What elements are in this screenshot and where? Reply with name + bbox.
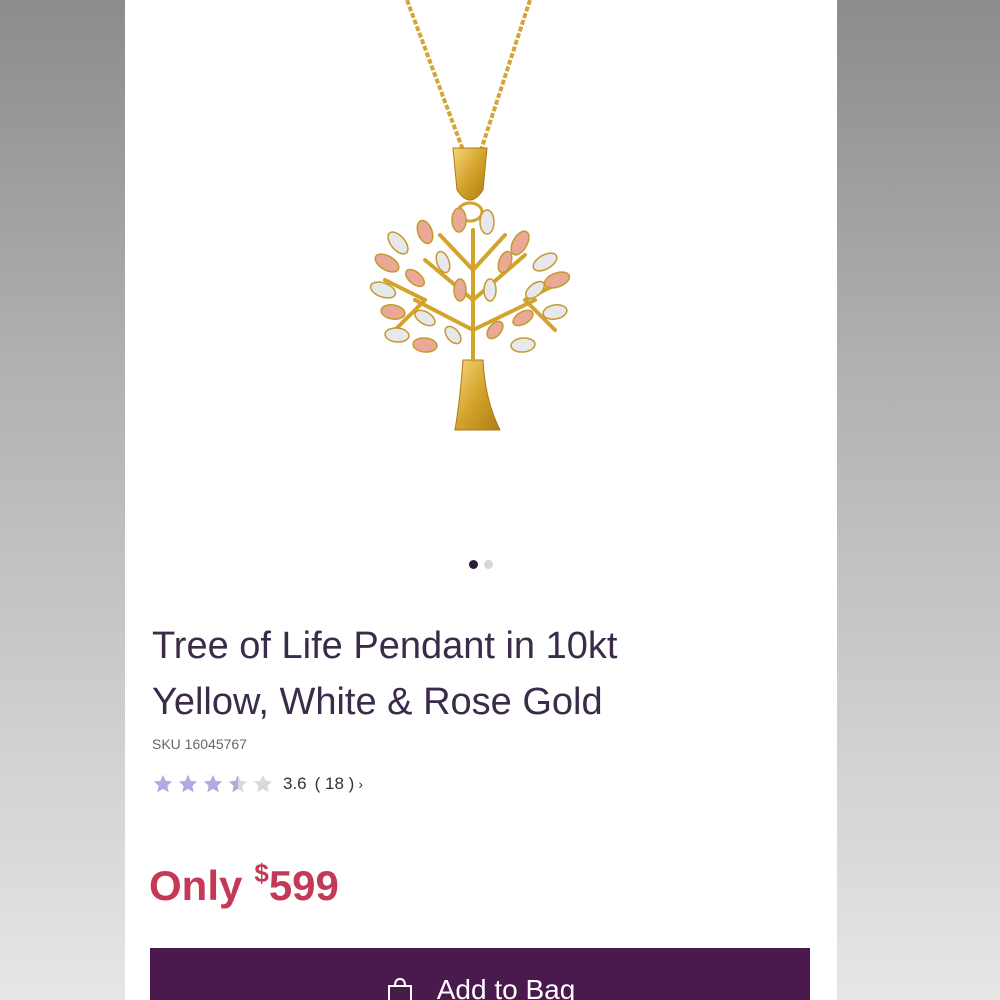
product-title-line-2: Yellow, White & Rose Gold — [152, 681, 603, 723]
shopping-bag-icon — [387, 977, 412, 1000]
star-empty-icon — [253, 774, 273, 793]
star-icon — [153, 774, 173, 793]
add-to-bag-label: Add to Bag — [436, 974, 576, 1000]
add-to-bag-button[interactable]: Add to Bag — [150, 948, 810, 1000]
star-rating — [152, 773, 277, 795]
product-title: Tree of Life Pendant in 10kt Yellow, Whi… — [152, 618, 812, 730]
review-count-link[interactable]: ( 18 ) — [315, 774, 355, 794]
price-prefix: Only — [149, 862, 243, 909]
price-amount: 599 — [268, 862, 339, 909]
product-card: Tree of Life Pendant in 10kt Yellow, Whi… — [125, 0, 837, 1000]
star-icon — [178, 774, 198, 793]
star-half-icon — [228, 774, 248, 793]
product-sku: SKU 16045767 — [152, 736, 247, 752]
product-rating[interactable]: 3.6 ( 18 ) › — [152, 773, 363, 795]
product-title-line-1: Tree of Life Pendant in 10kt — [152, 625, 618, 667]
product-price: Only $599 — [149, 858, 339, 910]
price-currency: $ — [254, 858, 269, 888]
carousel-dot-1[interactable] — [469, 560, 478, 569]
carousel-dots — [125, 560, 837, 569]
carousel-dot-2[interactable] — [484, 560, 493, 569]
product-image[interactable] — [125, 0, 837, 545]
star-icon — [203, 774, 223, 793]
rating-value: 3.6 — [283, 774, 307, 793]
chevron-right-icon[interactable]: › — [358, 776, 363, 792]
